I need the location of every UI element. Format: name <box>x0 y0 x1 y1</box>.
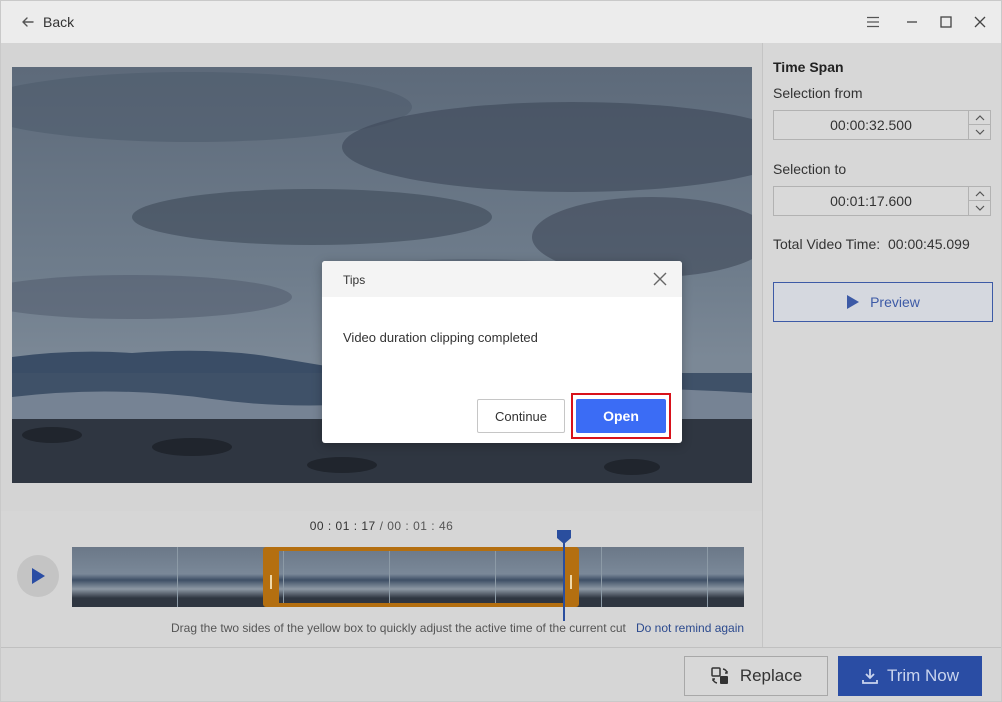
download-icon <box>862 669 878 684</box>
filmstrip-frame <box>72 547 178 607</box>
selection-box[interactable] <box>263 547 579 607</box>
time-separator: / <box>375 519 388 533</box>
back-button[interactable]: Back <box>21 12 74 32</box>
timeline-pane: 00 : 01 : 17 / 00 : 01 : 46 Drag the two… <box>1 511 762 647</box>
dialog-header: Tips <box>322 261 682 297</box>
maximize-icon <box>940 16 952 28</box>
total-video-time-label: Total Video Time: <box>773 236 881 252</box>
current-time: 00 : 01 : 17 <box>309 519 376 533</box>
time-span-title: Time Span <box>773 59 844 75</box>
total-time: 00 : 01 : 46 <box>387 519 454 533</box>
replace-label: Replace <box>739 666 803 685</box>
replace-button[interactable]: Replace <box>684 656 828 696</box>
minimize-icon <box>907 21 917 23</box>
bottom-bar: Replace Trim Now <box>1 647 1001 701</box>
selection-left-handle[interactable] <box>270 575 272 589</box>
selection-from-input[interactable] <box>773 110 969 140</box>
selection-from-decrement[interactable] <box>969 125 990 139</box>
open-button[interactable]: Open <box>576 399 666 433</box>
selection-to-spinner <box>969 186 991 216</box>
trim-now-label: Trim Now <box>886 666 960 685</box>
playhead-line[interactable] <box>563 541 565 621</box>
preview-label: Preview <box>870 294 920 310</box>
play-button[interactable] <box>17 555 59 597</box>
close-icon <box>974 16 986 28</box>
selection-to-input[interactable] <box>773 186 969 216</box>
video-trimmer-window: Back 00: 01: 17 / 00: 01: 46 Drag th… <box>0 0 1002 702</box>
arrow-left-icon <box>22 17 34 27</box>
menu-icon <box>867 16 879 28</box>
dialog-message: Video duration clipping completed <box>343 330 538 345</box>
total-video-time-value: 00:00:45.099 <box>888 236 970 252</box>
selection-from-spinner <box>969 110 991 140</box>
playhead-marker-icon[interactable] <box>556 529 572 545</box>
play-icon <box>32 568 45 584</box>
selection-to-decrement[interactable] <box>969 201 990 215</box>
selection-from-label: Selection from <box>773 85 863 101</box>
chevron-up-icon <box>975 114 984 120</box>
filmstrip-frame <box>708 547 744 607</box>
trim-hint-text: Drag the two sides of the yellow box to … <box>171 621 626 635</box>
menu-button[interactable] <box>863 12 883 32</box>
continue-button[interactable]: Continue <box>477 399 565 433</box>
play-icon <box>847 295 860 309</box>
selection-to-label: Selection to <box>773 161 847 177</box>
selection-right-handle[interactable] <box>570 575 572 589</box>
selection-from-increment[interactable] <box>969 111 990 125</box>
back-label: Back <box>43 14 75 30</box>
time-span-panel: Time Span Selection from Selection to To… <box>762 43 1001 647</box>
chevron-down-icon <box>975 205 984 211</box>
trim-now-button[interactable]: Trim Now <box>838 656 982 696</box>
do-not-remind-link[interactable]: Do not remind again <box>636 621 744 635</box>
chevron-up-icon <box>975 190 984 196</box>
selection-to-increment[interactable] <box>969 187 990 201</box>
close-icon[interactable] <box>652 271 668 287</box>
tips-dialog: Tips Video duration clipping completed C… <box>322 261 682 443</box>
close-window-button[interactable] <box>970 12 990 32</box>
chevron-down-icon <box>975 129 984 135</box>
dialog-title: Tips <box>343 273 366 287</box>
time-readout: 00 : 01 : 17 / 00 : 01 : 46 <box>1 519 762 533</box>
filmstrip-frame <box>602 547 708 607</box>
title-bar: Back <box>1 1 1001 43</box>
maximize-button[interactable] <box>936 12 956 32</box>
preview-button[interactable]: Preview <box>773 282 993 322</box>
replace-icon <box>711 667 728 684</box>
minimize-button[interactable] <box>902 12 922 32</box>
